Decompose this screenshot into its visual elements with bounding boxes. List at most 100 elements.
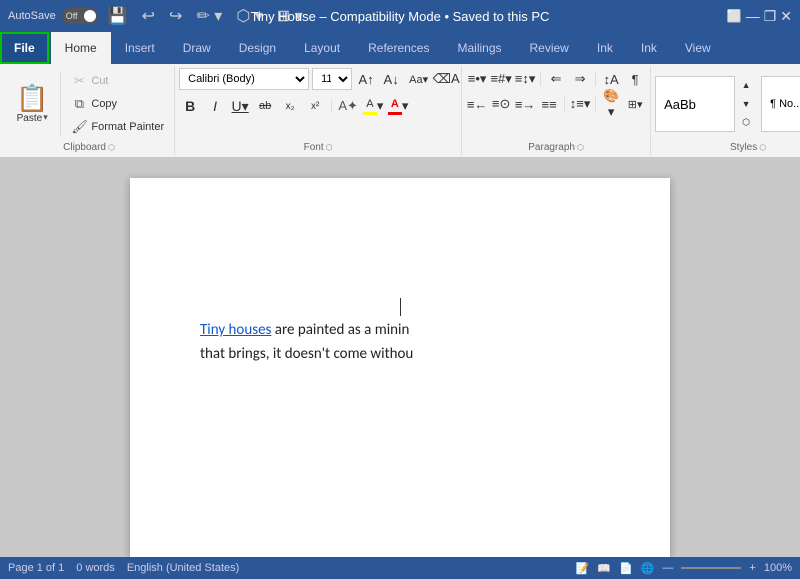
borders-button[interactable]: ⊞▾ [624,93,646,115]
page-count: Page 1 of 1 [8,562,64,574]
tab-home[interactable]: Home [51,32,111,64]
ribbon: File Home Insert Draw Design Layout Refe… [0,32,800,158]
tab-ink1[interactable]: Ink [583,32,627,64]
style-no-spacing-sample[interactable]: ¶ No... [761,76,800,132]
copy-button[interactable]: ⧉ Copy [65,93,170,115]
tab-references[interactable]: References [354,32,443,64]
copy-icon: ⧉ [71,96,87,112]
format-painter-button[interactable]: 🖌 Format Painter [65,116,170,138]
autosave-dot [84,10,96,22]
minimize-button[interactable]: — [746,8,760,24]
text-cursor [400,298,401,316]
redo-button[interactable]: ↪ [165,4,186,28]
paste-button[interactable]: 📋 Paste ▾ [8,68,56,140]
font-row1: Calibri (Body) 11 A↑ A↓ Aa▾ ⌫A [179,68,457,90]
styles-content: AaBb ▲ ▼ ⬡ ¶ No... [655,68,800,140]
zoom-out[interactable]: — [662,562,673,574]
tab-insert[interactable]: Insert [111,32,169,64]
cut-button[interactable]: ✂ Cut [65,70,170,92]
text-effects-button[interactable]: A✦ [337,95,359,117]
clipboard-divider [60,72,61,136]
highlight-color-button[interactable]: A ▾ [362,95,384,117]
paragraph-row2: ≡← ≡⊙ ≡→ ≡≡ ↕≡▾ 🎨▾ ⊞▾ [466,93,646,115]
italic-button[interactable]: I [204,95,226,117]
font-row2-divider [331,99,332,113]
ribbon-content: 📋 Paste ▾ ✂ Cut ⧉ Copy [0,64,800,157]
autosave-off-label: Off [66,11,78,21]
strikethrough-button[interactable]: ab [254,95,276,117]
tab-file[interactable]: File [0,32,49,64]
subscript-button[interactable]: x₂ [279,95,301,117]
font-group-label: Font ⬡ [179,142,457,153]
restore-button[interactable]: ❐ [764,8,777,25]
save-button[interactable]: 💾 [104,4,132,28]
multilevel-button[interactable]: ≡↕▾ [514,68,536,90]
view-mode-read[interactable]: 📖 [597,562,611,575]
paragraph-row1: ≡•▾ ≡#▾ ≡↕▾ ⇐ ⇒ ↕A ¶ [466,68,646,90]
para-divider3 [564,97,565,111]
underline-button[interactable]: U▾ [229,95,251,117]
clear-formatting-button[interactable]: ⌫A [435,68,457,90]
view-mode-print[interactable]: 📄 [619,562,633,575]
customize-qat-button[interactable]: ✏ ▾ [192,4,226,28]
font-size-select[interactable]: 11 [312,68,352,90]
font-color-button[interactable]: A ▾ [387,95,409,117]
font-color-indicator [388,112,402,115]
tab-ink2[interactable]: Ink [627,32,671,64]
paragraph-1-text: are painted as a minin [271,321,409,339]
view-mode-web[interactable]: 🌐 [641,562,655,575]
styles-expand[interactable]: ⬡ [735,113,757,132]
styles-scroll-down[interactable]: ▼ [735,95,757,114]
autosave-toggle[interactable]: Off [62,8,98,24]
increase-font-button[interactable]: A↑ [355,68,377,90]
superscript-button[interactable]: x² [304,95,326,117]
shading-button[interactable]: 🎨▾ [600,93,622,115]
show-hide-button[interactable]: ¶ [624,68,646,90]
align-center-button[interactable]: ≡⊙ [490,93,512,115]
numbering-button[interactable]: ≡#▾ [490,68,512,90]
tab-design[interactable]: Design [225,32,290,64]
copy-label: Copy [91,98,117,110]
tab-layout[interactable]: Layout [290,32,354,64]
autosave-label: AutoSave [8,10,56,22]
document-page[interactable]: Tiny houses are painted as a minin that … [130,178,670,557]
tab-review[interactable]: Review [516,32,583,64]
edit-mode: 📝 [576,562,590,575]
para-divider1 [540,72,541,86]
format-painter-icon: 🖌 [71,119,87,135]
close-button[interactable]: ✕ [780,8,792,25]
tiny-houses-link[interactable]: Tiny houses [200,321,271,339]
style-normal-sample[interactable]: AaBb [655,76,735,132]
align-left-button[interactable]: ≡← [466,93,488,115]
window-controls: ⬜ — ❐ ✕ [727,8,792,25]
bullets-button[interactable]: ≡•▾ [466,68,488,90]
tab-draw[interactable]: Draw [169,32,225,64]
cut-label: Cut [91,75,108,87]
undo-button[interactable]: ↩ [138,4,159,28]
zoom-slider[interactable] [681,567,741,569]
change-case-button[interactable]: Aa▾ [405,68,432,90]
bold-button[interactable]: B [179,95,201,117]
decrease-indent-button[interactable]: ⇐ [545,68,567,90]
font-name-select[interactable]: Calibri (Body) [179,68,309,90]
line-spacing-button[interactable]: ↕≡▾ [569,93,591,115]
styles-scroll-up[interactable]: ▲ [735,76,757,95]
status-bar: Page 1 of 1 0 words English (United Stat… [0,557,800,579]
align-right-button[interactable]: ≡→ [514,93,536,115]
clipboard-expand-icon[interactable]: ⬡ [108,143,115,152]
decrease-font-button[interactable]: A↓ [380,68,402,90]
paragraph-2: that brings, it doesn't come withou [200,342,600,366]
sort-button[interactable]: ↕A [600,68,622,90]
tab-mailings[interactable]: Mailings [443,32,515,64]
clipboard-group-content: 📋 Paste ▾ ✂ Cut ⧉ Copy [8,68,170,140]
justify-button[interactable]: ≡≡ [538,93,560,115]
styles-expand-icon[interactable]: ⬡ [759,143,766,152]
tab-view[interactable]: View [671,32,725,64]
paste-arrow: ▾ [43,112,48,123]
paragraph-expand-icon[interactable]: ⬡ [577,143,584,152]
font-expand-icon[interactable]: ⬡ [326,143,333,152]
increase-indent-button[interactable]: ⇒ [569,68,591,90]
ribbon-display-button[interactable]: ⬜ [727,9,742,23]
zoom-in[interactable]: + [749,562,755,574]
document-area[interactable]: Tiny houses are painted as a minin that … [0,158,800,557]
